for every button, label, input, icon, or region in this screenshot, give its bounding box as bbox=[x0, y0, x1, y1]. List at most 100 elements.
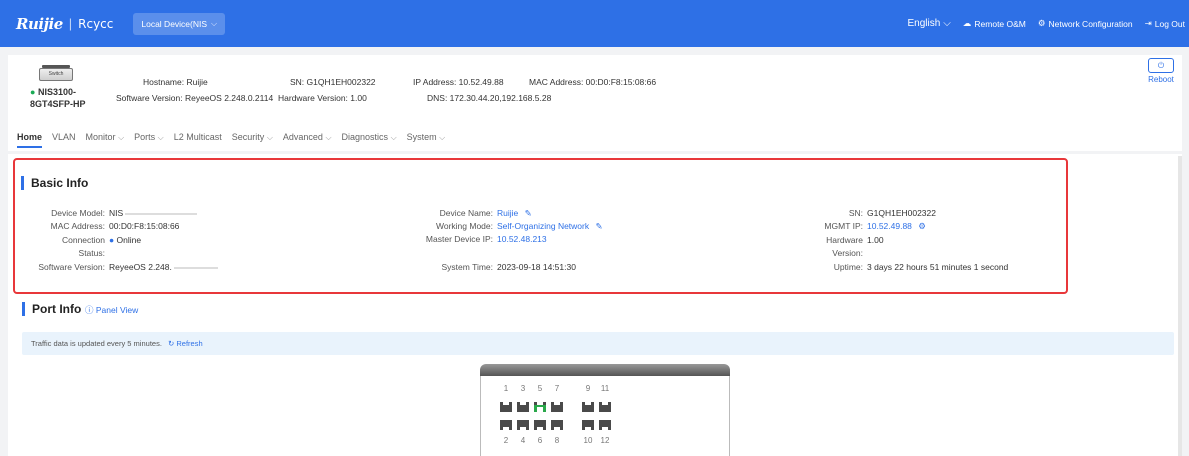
port-9[interactable] bbox=[582, 402, 594, 412]
basic-info-section: Basic Info Device Model: NIS MAC Address:… bbox=[13, 158, 1068, 294]
port-8[interactable] bbox=[551, 420, 563, 430]
port-number: 3 bbox=[520, 384, 526, 393]
main-tabs: Home VLAN Monitor ⌵ Ports ⌵ L2 Multicast… bbox=[17, 132, 445, 148]
mgmt-ip-value[interactable]: 10.52.49.88 bbox=[867, 221, 912, 231]
remote-om-link[interactable]: ☁ Remote O&M bbox=[963, 18, 1026, 29]
tab-advanced[interactable]: Advanced ⌵ bbox=[283, 132, 332, 148]
working-mode-value[interactable]: Self-Organizing Network bbox=[497, 221, 589, 231]
connection-status-text: Online bbox=[116, 235, 142, 245]
ruijie-logo: Ruijie bbox=[16, 14, 63, 33]
network-configuration-link[interactable]: ⚙ Network Configuration bbox=[1038, 18, 1133, 29]
device-name-label: Device Name: bbox=[439, 208, 493, 218]
chevron-down-icon: ⌵ bbox=[439, 133, 446, 142]
port-number: 7 bbox=[554, 384, 560, 393]
basic-info-title: Basic Info bbox=[21, 176, 88, 190]
working-mode-row: Working Mode: Self-Organizing Network ✎ bbox=[395, 220, 603, 233]
sn-text: SN: G1QH1EH002322 bbox=[290, 77, 376, 87]
connection-status-label-2: Status: bbox=[78, 248, 105, 258]
sn-value: G1QH1EH002322 bbox=[867, 208, 936, 218]
cloud-icon: ☁ bbox=[962, 18, 972, 28]
model-line-1: NIS3100- bbox=[37, 87, 76, 97]
sn-row: SN: G1QH1EH002322 bbox=[785, 207, 936, 220]
tab-monitor[interactable]: Monitor ⌵ bbox=[86, 132, 125, 148]
tab-l2-multicast[interactable]: L2 Multicast bbox=[174, 132, 222, 148]
port-2[interactable] bbox=[500, 420, 512, 430]
port-number: 11 bbox=[600, 384, 610, 393]
switch-icon: Switch bbox=[39, 65, 73, 81]
tab-system[interactable]: System ⌵ bbox=[407, 132, 446, 148]
edit-icon[interactable]: ✎ bbox=[596, 221, 603, 231]
port-5-active[interactable] bbox=[534, 402, 546, 412]
power-icon: ⏻ bbox=[1148, 58, 1174, 73]
master-device-ip-row: Master Device IP: 10.52.48.213 bbox=[395, 233, 547, 246]
mgmt-ip-label: MGMT IP: bbox=[824, 221, 863, 231]
main-content-panel: Basic Info Device Model: NIS MAC Address:… bbox=[8, 154, 1182, 456]
sn-label: SN: bbox=[848, 208, 863, 218]
port-number: 9 bbox=[585, 384, 591, 393]
refresh-label: Refresh bbox=[176, 339, 203, 348]
tab-diagnostics[interactable]: Diagnostics ⌵ bbox=[342, 132, 397, 148]
logout-link[interactable]: ⇥ Log Out bbox=[1145, 18, 1185, 29]
refresh-link[interactable]: ↻ Refresh bbox=[168, 339, 203, 348]
language-selector[interactable]: English ⌵ bbox=[907, 18, 950, 29]
network-icon: ⚙ bbox=[1037, 18, 1046, 28]
panel-view-link[interactable]: ⓘ Panel View bbox=[85, 304, 138, 316]
dns-text: DNS: 172.30.44.20,192.168.5.28 bbox=[427, 93, 552, 103]
uptime-row: Uptime: 3 days 22 hours 51 minutes 1 seco… bbox=[785, 261, 1009, 274]
chevron-down-icon: ⌵ bbox=[118, 133, 125, 142]
tab-home[interactable]: Home bbox=[17, 132, 43, 148]
system-time-value: 2023-09-18 14:51:30 bbox=[497, 262, 576, 272]
remote-om-label: Remote O&M bbox=[974, 18, 1026, 29]
chevron-down-icon: ⌵ bbox=[266, 133, 273, 142]
device-model-row: Device Model: NIS bbox=[15, 207, 198, 220]
uptime-label: Uptime: bbox=[833, 262, 863, 272]
software-version-text: Software Version: ReyeeOS 2.248.0.2114 bbox=[116, 93, 274, 103]
traffic-update-notice: Traffic data is updated every 5 minutes.… bbox=[22, 332, 1174, 355]
connection-status-row: Connection ● Online Status: bbox=[15, 234, 141, 260]
port-number: 10 bbox=[583, 436, 593, 445]
tab-diagnostics-label: Diagnostics bbox=[341, 132, 389, 142]
logout-label: Log Out bbox=[1154, 18, 1185, 29]
tab-ports[interactable]: Ports ⌵ bbox=[134, 132, 164, 148]
hardware-version-label-2: Version: bbox=[832, 248, 863, 258]
settings-icon[interactable]: ⚙ bbox=[918, 221, 926, 231]
port-12[interactable] bbox=[599, 420, 611, 430]
system-time-row: System Time: 2023-09-18 14:51:30 bbox=[395, 261, 576, 274]
chevron-down-icon: ⌵ bbox=[943, 18, 951, 29]
port-1[interactable] bbox=[500, 402, 512, 412]
master-device-ip-value[interactable]: 10.52.48.213 bbox=[497, 234, 547, 244]
device-model-label: Device Model: bbox=[51, 208, 105, 218]
tab-vlan[interactable]: VLAN bbox=[52, 132, 76, 148]
tab-ports-label: Ports bbox=[134, 132, 156, 142]
port-10[interactable] bbox=[582, 420, 594, 430]
device-model: ● NIS3100- 8GT4SFP-HP bbox=[30, 86, 94, 110]
device-selector-label: Local Device(NIS bbox=[141, 18, 208, 29]
port-number: 1 bbox=[503, 384, 509, 393]
reboot-button[interactable]: ⏻ Reboot bbox=[1148, 58, 1174, 84]
port-3[interactable] bbox=[517, 402, 529, 412]
scrollbar[interactable] bbox=[1178, 156, 1182, 456]
chevron-down-icon: ⌵ bbox=[211, 18, 218, 28]
mgmt-ip-row: MGMT IP: 10.52.49.88 ⚙ bbox=[785, 220, 926, 233]
tab-security[interactable]: Security ⌵ bbox=[232, 132, 273, 148]
system-time-label: System Time: bbox=[441, 262, 493, 272]
connection-status-label: Connection bbox=[61, 235, 105, 245]
port-7[interactable] bbox=[551, 402, 563, 412]
network-configuration-label: Network Configuration bbox=[1048, 18, 1133, 29]
device-name-value: Ruijie bbox=[497, 208, 519, 218]
tab-security-label: Security bbox=[231, 132, 265, 142]
port-4[interactable] bbox=[517, 420, 529, 430]
online-status-dot: ● bbox=[30, 87, 36, 97]
port-6[interactable] bbox=[534, 420, 546, 430]
hardware-version-label: Hardware bbox=[826, 235, 863, 245]
online-dot-icon: ● bbox=[109, 235, 115, 245]
chevron-down-icon: ⌵ bbox=[390, 133, 397, 142]
redacted-text bbox=[173, 266, 218, 269]
hardware-version-text: Hardware Version: 1.00 bbox=[278, 93, 367, 103]
ip-address-text: IP Address: 10.52.49.88 bbox=[413, 77, 504, 87]
device-selector[interactable]: Local Device(NIS ⌵ bbox=[133, 12, 226, 35]
edit-icon[interactable]: ✎ bbox=[525, 208, 532, 218]
port-number: 2 bbox=[503, 436, 509, 445]
port-11[interactable] bbox=[599, 402, 611, 412]
software-version-row: Software Version: ReyeeOS 2.248. bbox=[15, 261, 218, 274]
